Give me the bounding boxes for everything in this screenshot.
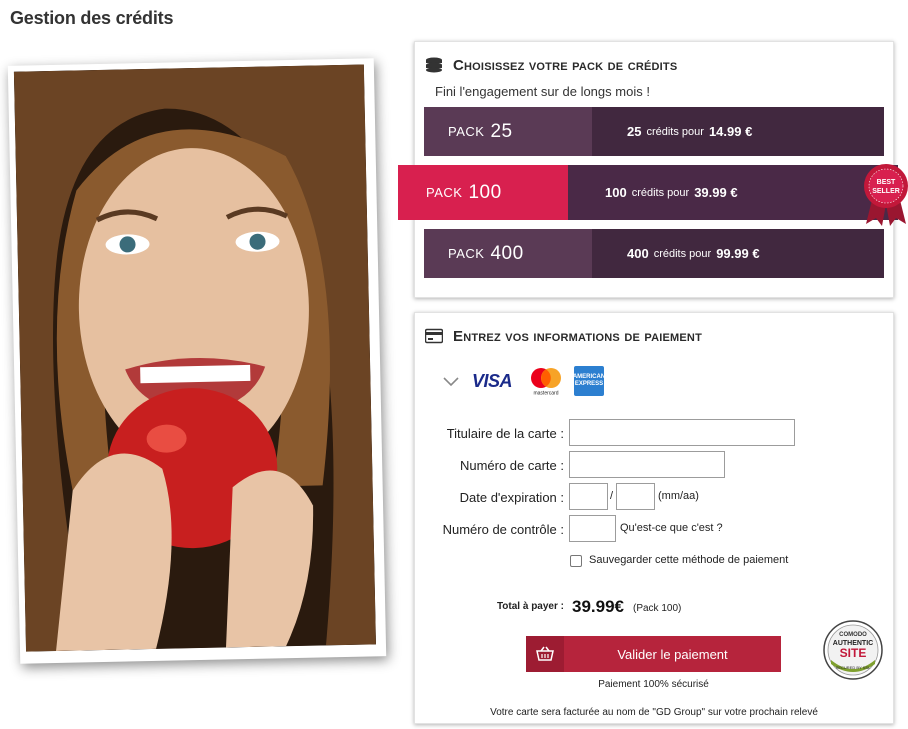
packs-heading: Choisissez votre pack de crédits [453, 56, 678, 74]
pack-credits-text: crédits pour [653, 247, 712, 260]
save-method-label: Sauvegarder cette méthode de paiement [589, 554, 789, 566]
comodo-line1: COMODO [839, 632, 867, 638]
packs-subtitle: Fini l'engagement sur de longs mois ! [435, 84, 650, 99]
pack-number: 25 [490, 120, 513, 142]
pack-100-option[interactable]: PACK 100 100 crédits pour 39.99 € [398, 165, 898, 220]
comodo-line4: SECURED BY SSL [836, 665, 871, 670]
card-number-label: Numéro de carte : [459, 458, 564, 473]
cvc-input[interactable] [569, 515, 616, 542]
pack-25-option[interactable]: PACK 25 25 crédits pour 14.99 € [424, 107, 884, 156]
pack-number: 100 [468, 181, 502, 203]
pack-credits-text: crédits pour [646, 125, 704, 138]
expiry-hint: (mm/aa) [658, 490, 699, 502]
pay-button-label: Valider le paiement [617, 646, 728, 662]
promo-photo [7, 58, 387, 664]
card-holder-input[interactable] [569, 419, 795, 446]
page-title: Gestion des crédits [10, 8, 174, 28]
pack-prefix: PACK [448, 124, 485, 139]
expiry-label: Date d'expiration : [459, 490, 564, 505]
badge-line1: BEST [877, 179, 896, 186]
mastercard-text: mastercard [534, 391, 559, 397]
pack-prefix: PACK [448, 246, 485, 261]
pack-400-option[interactable]: PACK 400 400 crédits pour 99.99 € [424, 229, 884, 278]
expiry-separator: / [610, 490, 614, 502]
comodo-seal: COMODO AUTHENTIC SITE SECURED BY SSL [823, 620, 883, 680]
pack-price: 14.99 € [708, 124, 753, 139]
mastercard-logo: mastercard [531, 368, 562, 397]
secure-note: Paiement 100% sécurisé [598, 679, 709, 690]
pack-prefix: PACK [426, 185, 463, 200]
holder-label: Titulaire de la carte : [446, 426, 564, 441]
pack-number: 400 [490, 242, 524, 264]
expiry-year-input[interactable] [616, 483, 655, 510]
pack-credits: 25 [627, 124, 642, 139]
woman-apple-image [13, 64, 376, 652]
pack-credits: 400 [627, 246, 649, 261]
comodo-line3: SITE [840, 646, 867, 660]
amex-logo: AMERICAN EXPRESS [573, 366, 605, 396]
card-number-input[interactable] [569, 451, 725, 478]
cvc-help-link[interactable]: Qu'est-ce que c'est ? [620, 522, 723, 534]
total-pack: (Pack 100) [633, 603, 682, 614]
best-seller-badge: BEST SELLER [864, 164, 908, 226]
visa-logo: VISA [472, 370, 513, 391]
coins-icon [426, 57, 442, 73]
payment-heading: Entrez vos informations de paiement [453, 327, 702, 345]
card-brands-row: VISA mastercard AMERICAN EXPRESS [442, 366, 605, 397]
total-label: Total à payer : [496, 601, 564, 612]
save-method-checkbox[interactable] [570, 555, 582, 567]
chevron-down-icon[interactable] [442, 372, 460, 390]
validate-payment-button[interactable]: Valider le paiement [526, 636, 781, 672]
pack-credits-text: crédits pour [631, 186, 690, 199]
total-value: 39.99€ [572, 597, 624, 616]
cvc-label: Numéro de contrôle : [442, 522, 564, 537]
basket-icon [526, 636, 564, 672]
billing-note: Votre carte sera facturée au nom de "GD … [490, 707, 818, 718]
pack-credits: 100 [605, 185, 627, 200]
expiry-month-input[interactable] [569, 483, 608, 510]
pack-price: 99.99 € [716, 246, 760, 261]
badge-line2: SELLER [872, 188, 900, 195]
pack-price: 39.99 € [694, 185, 738, 200]
credit-card-icon [425, 328, 443, 344]
